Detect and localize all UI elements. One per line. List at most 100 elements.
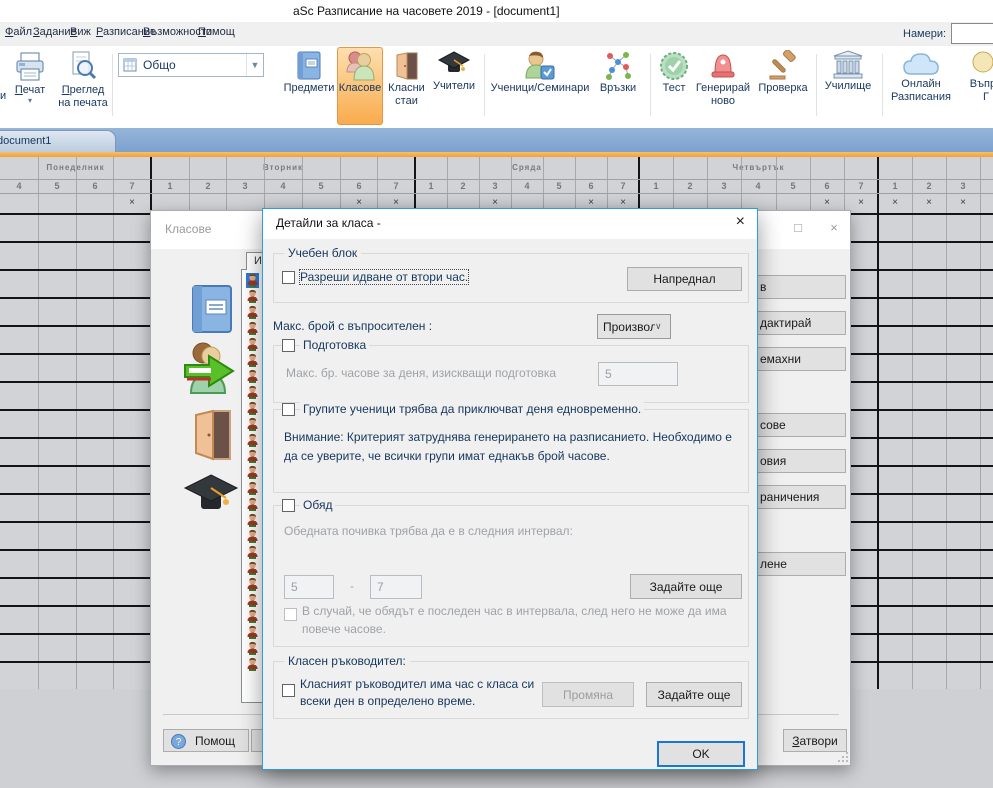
end-together-checkbox[interactable] [282,403,295,416]
tab-label: document1 [0,135,51,147]
menu-view[interactable]: Виж [70,26,91,38]
ok-button[interactable]: OK [657,741,745,767]
classrooms-big-icon[interactable] [191,407,235,465]
print-dropdown-arrow[interactable]: ▾ [6,97,54,104]
grid-period-number: 1 [639,179,673,193]
tab-document1[interactable]: document1 [0,130,116,153]
end-together-label[interactable]: Групите ученици трябва да приключват ден… [300,402,644,416]
toolbar-button-check[interactable]: Проверка [754,48,812,124]
combobox-dropdown-icon[interactable]: ▼ [246,54,263,76]
class-avatar-icon [246,529,259,544]
change-button[interactable]: Промяна [542,682,634,707]
print-button[interactable]: Печат ▾ [6,48,54,124]
toolbar-button-teachers[interactable]: Учители [430,48,478,124]
class-avatar-icon [246,353,259,368]
chevron-down-icon: ∨ [655,321,670,332]
toolbar-label: Генерирай ново [694,82,752,108]
max-question-label: Макс. брой с въпросителен : [273,319,432,333]
class-teacher-label[interactable]: Класният ръководител има час с класа си … [300,676,540,710]
menu-file[interactable]: Файл [5,26,32,38]
grid-period-number: 2 [189,179,227,193]
toolbar-button-generate[interactable]: Генерирай ново [694,48,752,124]
lunch-to-input[interactable]: 7 [370,575,422,599]
help-icon: ? [171,734,186,749]
grid-x-mark: × [912,193,946,213]
siren-icon [708,50,738,82]
close-dialog-button[interactable]: Затвори [783,729,847,752]
preparation-group: Подготовка Макс. бр. часове за деня, изи… [273,345,749,403]
lunch-set-more-button[interactable]: Задайте още [630,574,742,599]
allow-second-period-checkbox[interactable] [282,271,295,284]
preparation-max-input[interactable]: 5 [598,362,678,386]
view-combobox[interactable]: Общо ▼ [118,53,264,77]
window-title: aSc Разписание на часовете 2019 - [docum… [293,4,560,18]
teachers-big-icon[interactable] [183,471,239,521]
toolbar-button-classrooms[interactable]: Класни стаи [384,48,429,124]
grid-x-mark: × [113,193,151,213]
allow-second-period-label[interactable]: Разреши идване от втори час. [300,270,468,284]
toolbar-button-classes[interactable]: Класове [337,47,383,125]
end-together-group: Групите ученици трябва да приключват ден… [273,409,749,493]
close-icon[interactable]: × [823,220,845,235]
advanced-button[interactable]: Напреднал [627,267,742,291]
grid-period-number: 4 [264,179,302,193]
student-check-icon [523,50,557,82]
print-preview-icon [67,50,99,84]
details-dialog-titlebar[interactable]: Детайли за класа - × [263,209,757,239]
toolbar-label: Класни стаи [384,82,429,108]
close-icon[interactable]: × [736,213,745,231]
toolbar-label: Училище [822,80,874,93]
maximize-icon[interactable]: □ [787,220,809,235]
toolbar-button-subjects[interactable]: Предмети [282,48,336,124]
toolbar-label: Учители [430,80,478,93]
class-avatar-icon [246,561,259,576]
menu-help[interactable]: Помощ [198,26,235,38]
grid-period-number: 2 [673,179,707,193]
max-question-combobox[interactable]: Произволн ∨ [597,314,671,339]
class-avatar-icon [246,305,259,320]
lunch-checkbox[interactable] [282,499,295,512]
header-line [0,179,993,180]
help-button[interactable]: ? Помощ [163,729,249,752]
preparation-label[interactable]: Подготовка [300,338,369,352]
class-avatar-icon [246,577,259,592]
grid-period-number: 1 [415,179,447,193]
toolbar-button-questions[interactable]: Въпро Г [956,48,993,124]
subjects-big-icon[interactable] [187,283,235,337]
day-separator [877,157,879,689]
toolbar-button-links[interactable]: Връзки [593,48,643,124]
print-preview-button[interactable]: Преглед на печата [56,48,110,124]
document-tab-bar: document1 [0,128,993,152]
grid-period-number: 4 [741,179,775,193]
lunch-last-period-checkbox[interactable] [284,608,297,621]
grid-period-number: 5 [543,179,575,193]
grid-period-number: 3 [479,179,511,193]
class-teacher-checkbox[interactable] [282,684,295,697]
find-input[interactable] [951,23,993,44]
class-avatar-icon [246,465,259,480]
grid-period-number: 6 [76,179,114,193]
book-icon [295,50,323,82]
grid-period-number: 4 [0,179,38,193]
grid-period-number: 7 [844,179,878,193]
toolbar-button-school[interactable]: Училище [822,48,874,124]
gavel-icon [767,50,799,82]
column-line [76,157,77,689]
classes-big-icon[interactable] [181,341,239,399]
print-preview-label: Преглед на печата [56,84,110,110]
questions-icon [971,50,993,78]
toolbar-button-students[interactable]: Ученици/Семинари [488,48,592,124]
teacher-set-more-button[interactable]: Задайте още [646,682,742,707]
preparation-checkbox[interactable] [282,339,295,352]
resize-grip[interactable] [837,751,849,763]
class-teacher-legend: Класен ръководител: [284,654,410,668]
toolbar-button-test[interactable]: Тест [656,48,692,124]
grid-period-number: 7 [377,179,415,193]
toolbar-button-online-timetables[interactable]: Онлайн Разписания [888,48,954,124]
grid-day-label: Четвъртък [639,157,878,179]
lunch-label[interactable]: Обяд [300,498,335,512]
toolbar-label: Класове [338,82,382,95]
class-avatar-icon [246,497,259,512]
lunch-from-input[interactable]: 5 [284,575,334,599]
toolbar-label: Предмети [282,82,336,95]
